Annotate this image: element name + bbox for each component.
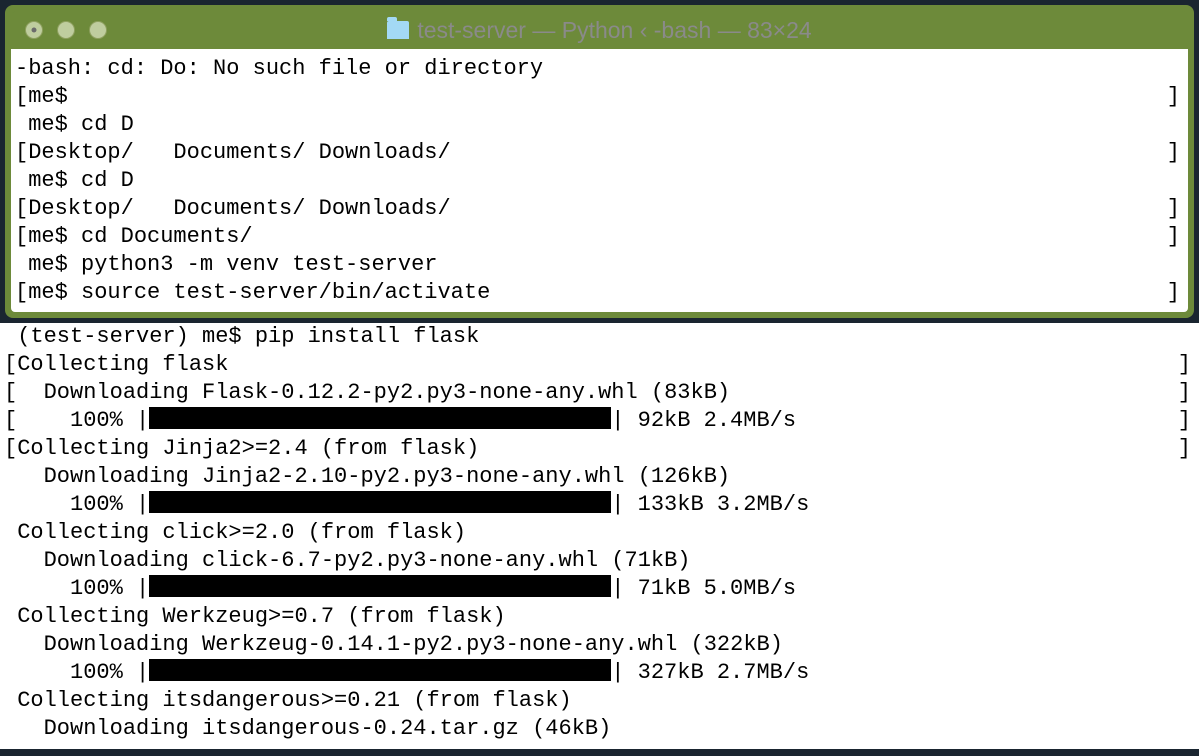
close-button[interactable]	[25, 21, 43, 39]
terminal-line: 100% | | 71kB 5.0MB/s	[4, 575, 1195, 603]
terminal-line: [Collecting Jinja2>=2.4 (from flask)]	[4, 435, 1195, 463]
progress-suffix: | 133kB 3.2MB/s	[611, 492, 809, 517]
right-bracket: ]	[1178, 435, 1191, 463]
terminal-content-lower[interactable]: (test-server) me$ pip install flask[Coll…	[0, 323, 1199, 748]
right-bracket: ]	[1178, 407, 1191, 435]
progress-bar	[149, 491, 611, 513]
progress-prefix: 100% |	[4, 576, 149, 601]
terminal-content-upper[interactable]: -bash: cd: Do: No such file or directory…	[11, 49, 1188, 312]
progress-suffix: | 92kB 2.4MB/s	[611, 408, 796, 433]
terminal-line: [Collecting flask]	[4, 351, 1195, 379]
terminal-line: -bash: cd: Do: No such file or directory	[15, 55, 1184, 83]
terminal-line: Collecting itsdangerous>=0.21 (from flas…	[4, 687, 1195, 715]
right-bracket: ]	[1167, 279, 1180, 307]
minimize-button[interactable]	[57, 21, 75, 39]
progress-bar	[149, 407, 611, 429]
progress-prefix: [ 100% |	[4, 408, 149, 433]
right-bracket: ]	[1167, 83, 1180, 111]
window-title-text: test-server — Python ‹ -bash — 83×24	[417, 17, 811, 44]
terminal-line: [me$ source test-server/bin/activate]	[15, 279, 1184, 307]
terminal-line: Collecting Werkzeug>=0.7 (from flask)	[4, 603, 1195, 631]
terminal-line: me$ python3 -m venv test-server	[15, 251, 1184, 279]
right-bracket: ]	[1167, 139, 1180, 167]
terminal-line: [Desktop/ Documents/ Downloads/]	[15, 195, 1184, 223]
right-bracket: ]	[1178, 351, 1191, 379]
window-title: test-server — Python ‹ -bash — 83×24	[11, 17, 1188, 44]
terminal-window: test-server — Python ‹ -bash — 83×24 -ba…	[5, 5, 1194, 318]
terminal-line: Downloading Werkzeug-0.14.1-py2.py3-none…	[4, 631, 1195, 659]
terminal-line: me$ cd D	[15, 111, 1184, 139]
terminal-line: [me$ cd Documents/]	[15, 223, 1184, 251]
terminal-line: 100% | | 327kB 2.7MB/s	[4, 659, 1195, 687]
right-bracket: ]	[1167, 223, 1180, 251]
terminal-line: [me$]	[15, 83, 1184, 111]
terminal-line: Downloading Jinja2-2.10-py2.py3-none-any…	[4, 463, 1195, 491]
terminal-line: [ 100% | | 92kB 2.4MB/s]	[4, 407, 1195, 435]
terminal-line: Collecting click>=2.0 (from flask)	[4, 519, 1195, 547]
right-bracket: ]	[1167, 195, 1180, 223]
terminal-line: (test-server) me$ pip install flask	[4, 323, 1195, 351]
progress-prefix: 100% |	[4, 492, 149, 517]
maximize-button[interactable]	[89, 21, 107, 39]
terminal-line: 100% | | 133kB 3.2MB/s	[4, 491, 1195, 519]
progress-bar	[149, 575, 611, 597]
terminal-line: me$ cd D	[15, 167, 1184, 195]
titlebar[interactable]: test-server — Python ‹ -bash — 83×24	[11, 11, 1188, 49]
terminal-line: Downloading click-6.7-py2.py3-none-any.w…	[4, 547, 1195, 575]
folder-icon	[387, 21, 409, 39]
progress-suffix: | 327kB 2.7MB/s	[611, 660, 809, 685]
progress-bar	[149, 659, 611, 681]
progress-suffix: | 71kB 5.0MB/s	[611, 576, 796, 601]
progress-prefix: 100% |	[4, 660, 149, 685]
traffic-lights	[25, 21, 107, 39]
terminal-line: [ Downloading Flask-0.12.2-py2.py3-none-…	[4, 379, 1195, 407]
terminal-line: Downloading itsdangerous-0.24.tar.gz (46…	[4, 715, 1195, 743]
right-bracket: ]	[1178, 379, 1191, 407]
terminal-line: [Desktop/ Documents/ Downloads/]	[15, 139, 1184, 167]
